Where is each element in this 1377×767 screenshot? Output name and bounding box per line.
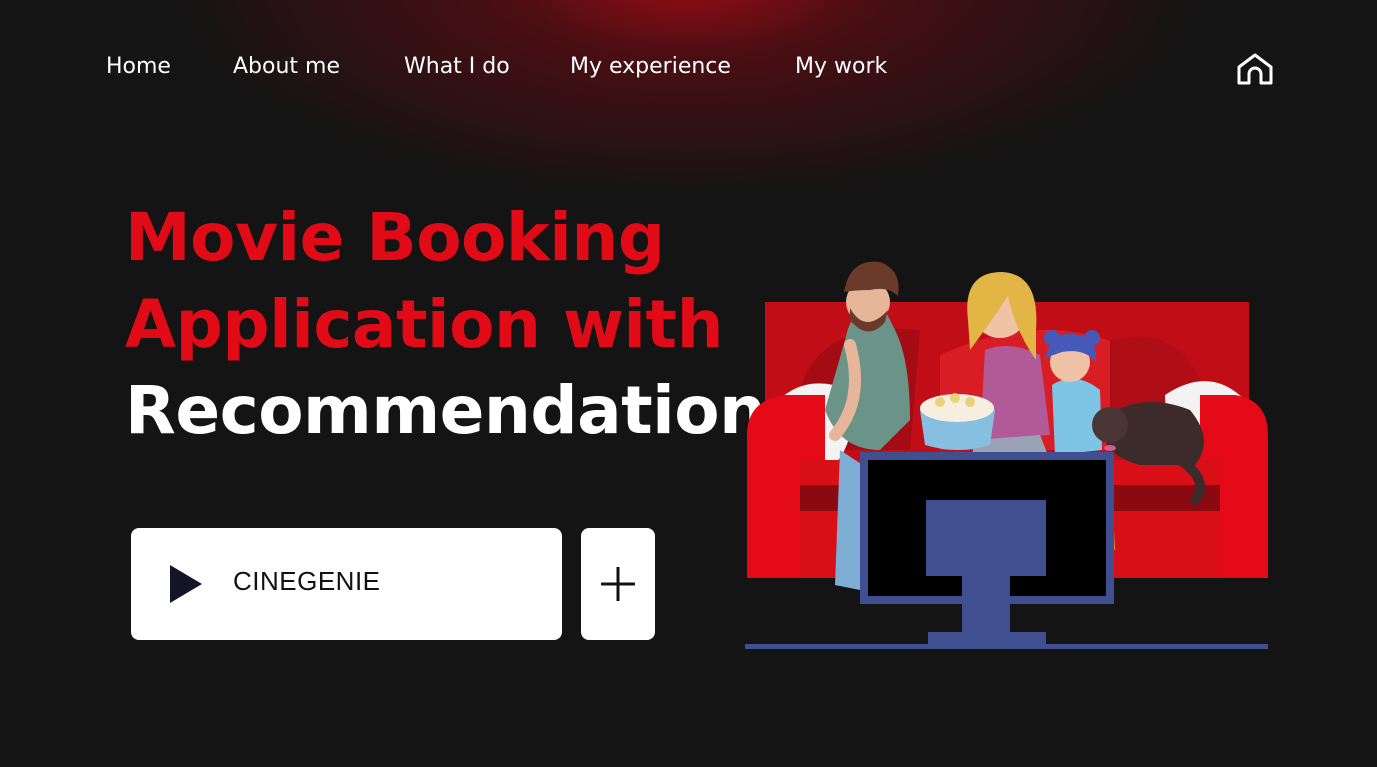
play-label: CINEGENIE <box>233 566 381 596</box>
home-icon <box>1237 53 1273 85</box>
nav-what-i-do[interactable]: What I do <box>404 54 510 79</box>
home-button[interactable] <box>1236 52 1274 86</box>
plus-icon <box>601 567 635 601</box>
hero-title-line-2: Application with <box>125 286 724 363</box>
nav-about-me[interactable]: About me <box>233 54 340 79</box>
add-button[interactable] <box>581 528 655 640</box>
nav-home[interactable]: Home <box>106 54 171 79</box>
nav-my-work[interactable]: My work <box>795 54 887 79</box>
nav-my-experience[interactable]: My experience <box>570 54 731 79</box>
play-icon <box>170 565 202 603</box>
hero-title-line-1: Movie Booking <box>125 199 665 276</box>
hero-title-line-3: Recommendation <box>125 372 766 449</box>
family-watching-tv-illustration <box>745 261 1268 649</box>
floor-line <box>745 644 1268 649</box>
play-button[interactable]: CINEGENIE <box>131 528 562 640</box>
